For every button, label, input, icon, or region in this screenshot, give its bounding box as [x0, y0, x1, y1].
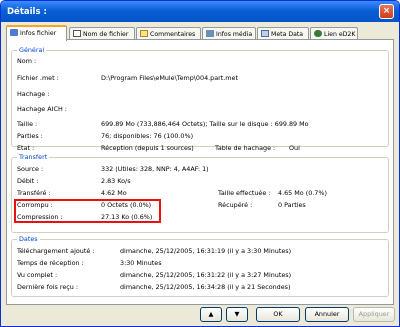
- aich-hash-label: Hachage AICH :: [17, 105, 67, 113]
- added-label: Téléchargement ajouté :: [17, 247, 95, 255]
- seen-complete-value: dimanche, 25/12/2005, 16:31:22 (il y a 3…: [120, 271, 292, 279]
- recovered-value: 0 Parties: [278, 201, 306, 209]
- seen-complete-label: Vu complet :: [17, 271, 58, 279]
- state-label: Etat :: [17, 144, 35, 152]
- file-icon: [73, 30, 81, 37]
- last-received-value: dimanche, 25/12/2005, 16:34:28 (il y a 2…: [120, 283, 291, 291]
- reception-time-label: Temps de réception :: [17, 259, 84, 267]
- met-file-value: D:\Program Files\eMule\Temp\004.part.met: [101, 74, 238, 82]
- general-legend: Général: [17, 46, 47, 54]
- general-group: Général Nom : Fichier .met : D:\Program …: [11, 46, 389, 152]
- highlight-box: [14, 199, 161, 223]
- comment-icon: [140, 30, 148, 37]
- size-label: Taille :: [17, 120, 38, 128]
- reception-time-value: 3:30 Minutes: [120, 259, 162, 267]
- tab-bar: Infos fichier Nom de fichier Commentaire…: [6, 25, 394, 41]
- transferred-value: 4.62 Mo: [101, 189, 127, 197]
- info-icon: [10, 29, 18, 36]
- title-bar: Détails : ×: [1, 1, 399, 22]
- hash-table-value: Oui: [289, 144, 300, 152]
- hash-table-label: Table de hachage :: [215, 144, 276, 152]
- added-value: dimanche, 25/12/2005, 16:31:19 (il y a 3…: [120, 247, 292, 255]
- media-icon: [206, 30, 214, 37]
- transfer-legend: Transfert: [17, 153, 50, 161]
- last-received-label: Dernière fois reçu :: [17, 283, 79, 291]
- close-button[interactable]: ×: [379, 4, 394, 19]
- state-value: Réception (depuis 1 sources): [101, 144, 194, 152]
- recovered-label: Récupéré :: [218, 201, 253, 209]
- parts-value: 76; disponibles: 76 (100.0%): [101, 132, 194, 140]
- details-dialog: Détails : × Infos fichier Nom de fichier…: [0, 0, 400, 327]
- source-label: Source :: [17, 165, 44, 173]
- dates-group: Dates Téléchargement ajouté : dimanche, …: [11, 235, 389, 297]
- ok-button[interactable]: OK: [256, 307, 300, 322]
- apply-button[interactable]: Appliquer: [353, 307, 395, 322]
- rate-label: Débit :: [17, 177, 39, 185]
- parts-label: Parties :: [17, 132, 43, 140]
- rate-value: 2.83 Ko/s: [101, 177, 131, 185]
- done-size-label: Taille effectuée :: [218, 189, 271, 197]
- transferred-label: Transféré :: [17, 189, 51, 197]
- hash-label: Hachage :: [17, 90, 50, 98]
- size-value: 699.89 Mo (733,886,464 Octets); Taille s…: [101, 120, 309, 128]
- previous-button[interactable]: ▲: [200, 307, 222, 322]
- link-icon: [314, 30, 322, 37]
- window-title: Détails :: [7, 7, 47, 17]
- met-file-label: Fichier .met :: [17, 74, 59, 82]
- tab-panel: Général Nom : Fichier .met : D:\Program …: [6, 39, 394, 305]
- table-icon: [261, 30, 269, 37]
- next-button[interactable]: ▼: [226, 307, 248, 322]
- name-label: Nom :: [17, 57, 37, 65]
- dates-legend: Dates: [17, 235, 40, 243]
- tab-file-info[interactable]: Infos fichier: [6, 25, 67, 41]
- source-value: 332 (Utiles: 328, NNP: 4, A4AF: 1): [101, 165, 209, 173]
- cancel-button[interactable]: Annuler: [305, 307, 349, 322]
- done-size-value: 4.65 Mo (0.7%): [278, 189, 327, 197]
